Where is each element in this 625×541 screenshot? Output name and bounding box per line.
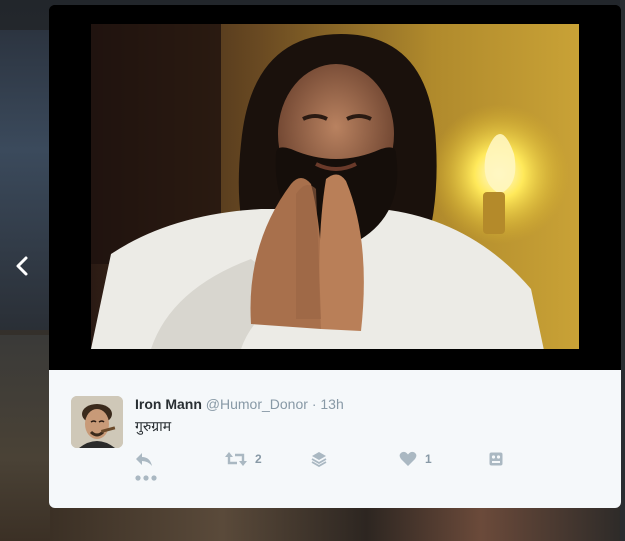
more-dots-icon xyxy=(135,475,157,481)
media-viewer xyxy=(49,5,621,370)
chevron-left-icon xyxy=(16,256,28,276)
retweet-icon xyxy=(225,452,247,466)
like-count: 1 xyxy=(425,452,432,466)
tweet-timestamp[interactable]: 13h xyxy=(320,396,343,412)
author-name[interactable]: Iron Mann xyxy=(135,396,202,412)
reply-icon xyxy=(136,453,152,466)
background-photo-left xyxy=(0,30,50,330)
tweet-actions: 2 1 xyxy=(135,448,615,470)
add-to-collection-button[interactable] xyxy=(311,448,327,470)
previous-arrow-button[interactable] xyxy=(10,252,34,280)
tweet-photo[interactable] xyxy=(91,24,579,349)
retweet-button[interactable]: 2 xyxy=(225,448,262,470)
separator-dot: · xyxy=(311,396,317,412)
media-button[interactable] xyxy=(489,448,503,470)
tweet-text: गुरुग्राम xyxy=(135,419,172,435)
like-button[interactable]: 1 xyxy=(399,448,432,470)
layers-icon xyxy=(311,452,327,467)
tweet-card: Iron Mann @Humor_Donor · 13h गुरुग्राम 2 xyxy=(49,370,621,508)
background-photo-bottom-left xyxy=(0,335,50,541)
media-icon xyxy=(489,452,503,466)
reply-button[interactable] xyxy=(135,448,153,470)
retweet-count: 2 xyxy=(255,452,262,466)
background-photo-strip xyxy=(50,505,625,541)
avatar[interactable] xyxy=(71,396,123,448)
tweet-header: Iron Mann @Humor_Donor · 13h xyxy=(135,396,344,412)
heart-icon xyxy=(399,451,417,466)
more-button[interactable] xyxy=(135,472,157,484)
media-modal: Iron Mann @Humor_Donor · 13h गुरुग्राम 2 xyxy=(49,5,621,508)
author-handle[interactable]: @Humor_Donor xyxy=(206,396,308,412)
